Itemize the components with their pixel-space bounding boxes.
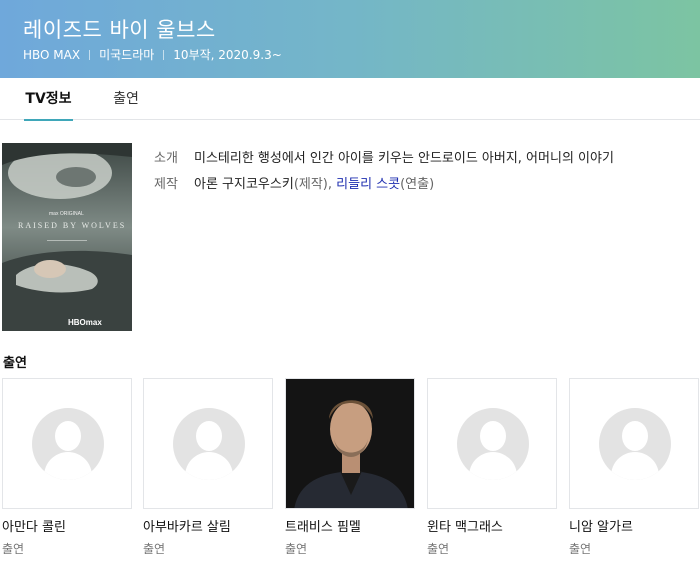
- intro-label: 소개: [154, 151, 178, 166]
- person-placeholder-icon: [173, 408, 245, 480]
- meta-divider: [89, 49, 91, 60]
- drama-poster[interactable]: max ORIGINAL RAISED BY WOLVES HBOmax: [2, 143, 132, 331]
- meta-channel: HBO MAX: [23, 47, 81, 62]
- cast-role-5: 출연: [569, 542, 592, 556]
- person-placeholder-icon: [457, 408, 529, 480]
- credit-label: 제작: [154, 177, 178, 192]
- cast-card-1[interactable]: [2, 378, 132, 509]
- poster-title: RAISED BY WOLVES: [18, 221, 127, 230]
- intro-text: 미스테리한 행성에서 인간 아이를 키우는 안드로이드 아버지, 어머니의 이야…: [194, 151, 614, 166]
- cast-role-2: 출연: [143, 542, 166, 556]
- info-credit-row: 제작 아론 구지코우스키(제작), 리들리 스콧(연출): [154, 176, 614, 202]
- cast-card-2[interactable]: [143, 378, 273, 509]
- cast-name-1[interactable]: 아만다 콜린: [2, 516, 66, 535]
- director-role: (연출): [400, 177, 435, 192]
- person-placeholder-icon: [599, 408, 671, 480]
- cast-role-4: 출연: [427, 542, 450, 556]
- meta-episodes: 10부작, 2020.9.3~: [173, 48, 282, 62]
- cast-card-3[interactable]: [285, 378, 415, 509]
- cast-photo: [286, 379, 414, 508]
- director-link[interactable]: 리들리 스콧: [336, 177, 400, 192]
- producer-role: (제작),: [293, 177, 337, 192]
- cast-role-1: 출연: [2, 542, 25, 556]
- poster-artwork: [2, 143, 132, 331]
- person-placeholder-icon: [32, 408, 104, 480]
- drama-title: 레이즈드 바이 울브스: [23, 18, 216, 42]
- poster-bottom-brand: HBOmax: [68, 318, 102, 327]
- cast-name-4[interactable]: 윈타 맥그래스: [427, 516, 503, 535]
- tab-cast[interactable]: 출연: [112, 78, 140, 120]
- cast-card-5[interactable]: [569, 378, 699, 509]
- cast-name-3[interactable]: 트래비스 핌멜: [285, 516, 361, 535]
- meta-genre: 미국드라마: [99, 48, 155, 62]
- meta-divider: [163, 49, 165, 60]
- tab-bar: TV정보 출연: [0, 78, 700, 121]
- cast-name-2[interactable]: 아부바카르 살림: [143, 516, 231, 535]
- cast-section-title: 출연: [3, 356, 27, 371]
- drama-meta: HBO MAX 미국드라마 10부작, 2020.9.3~: [23, 46, 282, 63]
- producer-name: 아론 구지코우스키: [194, 177, 294, 192]
- drama-header: 레이즈드 바이 울브스 HBO MAX 미국드라마 10부작, 2020.9.3…: [0, 0, 700, 78]
- drama-info: 소개 미스테리한 행성에서 인간 아이를 키우는 안드로이드 아버지, 어머니의 …: [154, 150, 614, 202]
- tab-tv-info[interactable]: TV정보: [24, 78, 73, 121]
- cast-role-3: 출연: [285, 542, 308, 556]
- poster-top-brand: max ORIGINAL: [49, 211, 84, 217]
- info-intro-row: 소개 미스테리한 행성에서 인간 아이를 키우는 안드로이드 아버지, 어머니의 …: [154, 150, 614, 176]
- cast-name-5[interactable]: 니암 알가르: [569, 516, 633, 535]
- cast-card-4[interactable]: [427, 378, 557, 509]
